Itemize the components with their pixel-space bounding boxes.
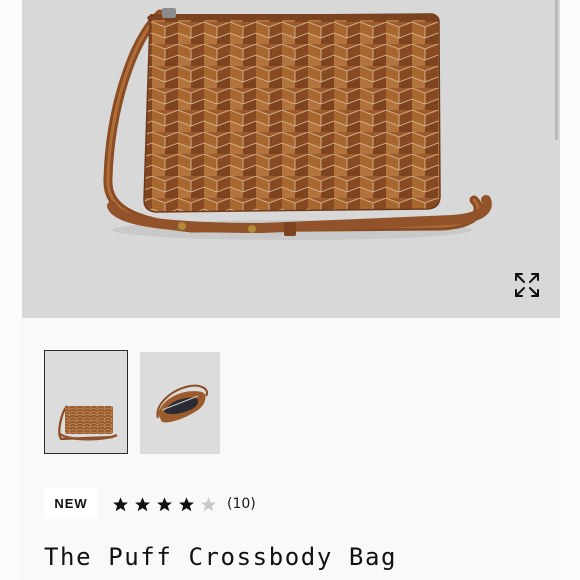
bag-illustration: [103, 8, 492, 240]
expand-arrows-icon[interactable]: [510, 268, 544, 302]
star-filled-icon: [157, 496, 172, 511]
main-product-image[interactable]: [22, 0, 560, 318]
product-rating[interactable]: (10): [112, 492, 256, 516]
star-empty-icon: [201, 496, 216, 511]
rating-stars: [112, 496, 217, 513]
product-page: NEW (10) The Puff Crossbody Bag: [0, 0, 580, 580]
star-filled-icon: [179, 496, 194, 511]
page-gutter-right: [560, 0, 580, 580]
star-filled-icon: [135, 496, 150, 511]
scrollbar[interactable]: [555, 0, 558, 140]
thumbnail-bag-interior[interactable]: [140, 352, 220, 454]
review-count[interactable]: (10): [227, 496, 256, 512]
product-title: The Puff Crossbody Bag: [44, 543, 398, 571]
new-badge: NEW: [44, 488, 98, 519]
star-filled-icon: [113, 496, 128, 511]
thumbnail-bag-front[interactable]: [44, 350, 128, 454]
page-gutter-left: [0, 0, 22, 580]
